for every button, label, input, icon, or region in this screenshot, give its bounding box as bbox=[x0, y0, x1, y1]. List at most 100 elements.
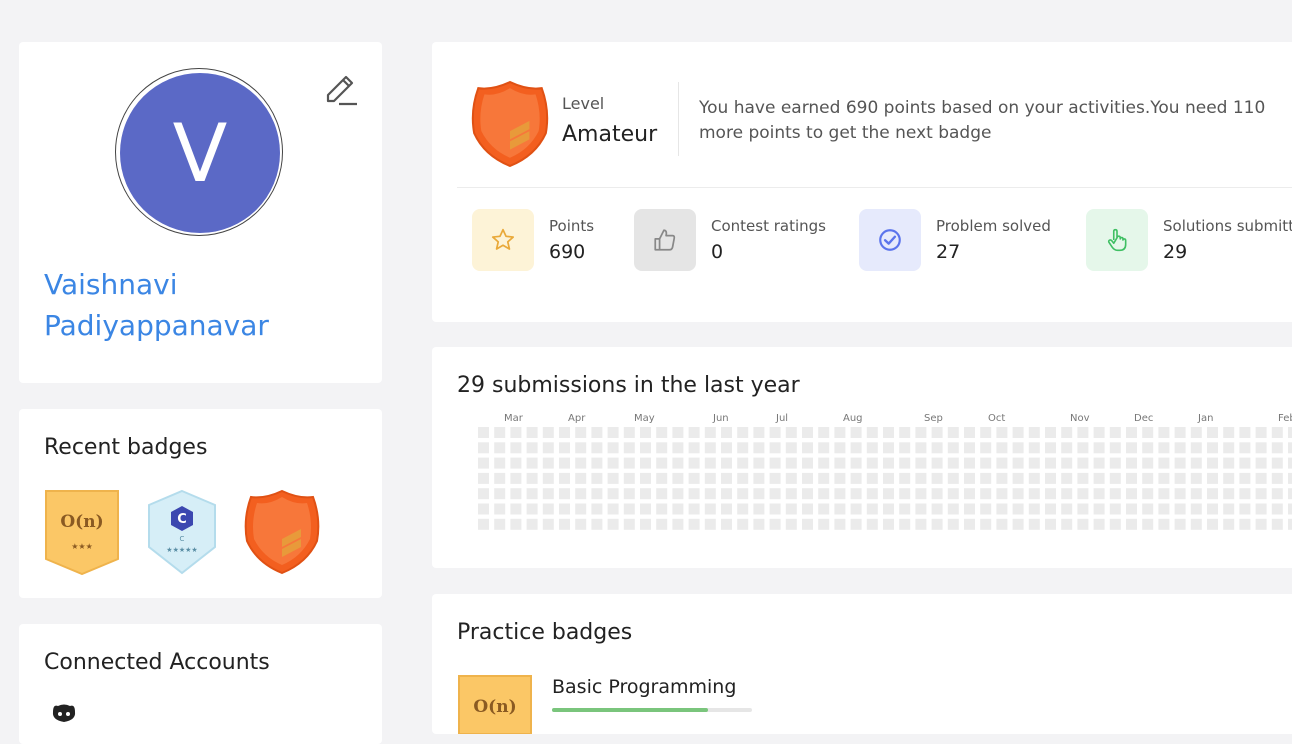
heatmap-cell[interactable] bbox=[1012, 472, 1024, 484]
heatmap-cell[interactable] bbox=[1045, 457, 1056, 469]
heatmap-cell[interactable] bbox=[656, 488, 668, 500]
heatmap-cell[interactable] bbox=[623, 472, 635, 484]
heatmap-cell[interactable] bbox=[964, 427, 975, 438]
heatmap-cell[interactable] bbox=[834, 427, 846, 438]
heatmap-cell[interactable] bbox=[1126, 442, 1137, 454]
heatmap-cell[interactable] bbox=[1028, 442, 1040, 454]
heatmap-cell[interactable] bbox=[591, 518, 603, 530]
heatmap-cell[interactable] bbox=[559, 442, 570, 454]
heatmap-cell[interactable] bbox=[494, 503, 506, 515]
heatmap-cell[interactable] bbox=[753, 457, 765, 469]
heatmap-cell[interactable] bbox=[980, 457, 992, 469]
heatmap-cell[interactable] bbox=[915, 427, 927, 438]
heatmap-cell[interactable] bbox=[1012, 503, 1024, 515]
heatmap-cell[interactable] bbox=[785, 503, 797, 515]
heatmap-cell[interactable] bbox=[1045, 472, 1056, 484]
heatmap-cell[interactable] bbox=[964, 457, 975, 469]
heatmap-cell[interactable] bbox=[947, 503, 959, 515]
heatmap-cell[interactable] bbox=[526, 427, 538, 438]
heatmap-cell[interactable] bbox=[1012, 488, 1024, 500]
heatmap-cell[interactable] bbox=[1093, 503, 1105, 515]
heatmap-cell[interactable] bbox=[866, 457, 878, 469]
heatmap-cell[interactable] bbox=[769, 442, 781, 454]
heatmap-cell[interactable] bbox=[623, 488, 635, 500]
heatmap-cell[interactable] bbox=[1109, 442, 1121, 454]
heatmap-cell[interactable] bbox=[818, 518, 830, 530]
heatmap-cell[interactable] bbox=[753, 472, 765, 484]
heatmap-cell[interactable] bbox=[899, 488, 911, 500]
heatmap-cell[interactable] bbox=[1093, 472, 1105, 484]
heatmap-cell[interactable] bbox=[996, 427, 1008, 438]
heatmap-cell[interactable] bbox=[559, 503, 570, 515]
heatmap-cell[interactable] bbox=[1271, 442, 1283, 454]
heatmap-cell[interactable] bbox=[1109, 503, 1121, 515]
heatmap-cell[interactable] bbox=[1061, 427, 1073, 438]
heatmap-cell[interactable] bbox=[1223, 427, 1235, 438]
heatmap-cell[interactable] bbox=[510, 518, 522, 530]
heatmap-cell[interactable] bbox=[1223, 472, 1235, 484]
heatmap-cell[interactable] bbox=[996, 472, 1008, 484]
heatmap-cell[interactable] bbox=[607, 427, 619, 438]
amateur-level-badge[interactable] bbox=[243, 489, 321, 575]
heatmap-cell[interactable] bbox=[1288, 518, 1292, 530]
heatmap-cell[interactable] bbox=[1158, 472, 1170, 484]
heatmap-cell[interactable] bbox=[656, 518, 668, 530]
heatmap-cell[interactable] bbox=[980, 488, 992, 500]
heatmap-cell[interactable] bbox=[964, 488, 975, 500]
heatmap-cell[interactable] bbox=[721, 442, 732, 454]
heatmap-cell[interactable] bbox=[769, 503, 781, 515]
heatmap-cell[interactable] bbox=[494, 472, 506, 484]
heatmap-cell[interactable] bbox=[1028, 427, 1040, 438]
heatmap-cell[interactable] bbox=[1174, 442, 1186, 454]
heatmap-cell[interactable] bbox=[1093, 442, 1105, 454]
heatmap-cell[interactable] bbox=[526, 457, 538, 469]
heatmap-cell[interactable] bbox=[510, 442, 522, 454]
heatmap-cell[interactable] bbox=[866, 442, 878, 454]
heatmap-cell[interactable] bbox=[1239, 442, 1251, 454]
heatmap-cell[interactable] bbox=[510, 488, 522, 500]
heatmap-cell[interactable] bbox=[834, 503, 846, 515]
heatmap-cell[interactable] bbox=[1093, 518, 1105, 530]
avatar[interactable]: V bbox=[120, 73, 280, 233]
heatmap-cell[interactable] bbox=[1207, 518, 1218, 530]
heatmap-cell[interactable] bbox=[996, 457, 1008, 469]
heatmap-cell[interactable] bbox=[721, 488, 732, 500]
heatmap-cell[interactable] bbox=[640, 442, 651, 454]
heatmap-cell[interactable] bbox=[753, 488, 765, 500]
heatmap-cell[interactable] bbox=[931, 488, 943, 500]
heatmap-cell[interactable] bbox=[542, 503, 554, 515]
heatmap-cell[interactable] bbox=[1271, 427, 1283, 438]
heatmap-cell[interactable] bbox=[1158, 488, 1170, 500]
heatmap-cell[interactable] bbox=[1061, 503, 1073, 515]
heatmap-cell[interactable] bbox=[915, 518, 927, 530]
heatmap-cell[interactable] bbox=[931, 427, 943, 438]
heatmap-cell[interactable] bbox=[785, 488, 797, 500]
heatmap-cell[interactable] bbox=[656, 442, 668, 454]
heatmap-cell[interactable] bbox=[721, 457, 732, 469]
heatmap-cell[interactable] bbox=[1142, 442, 1154, 454]
heatmap-cell[interactable] bbox=[1158, 518, 1170, 530]
heatmap-cell[interactable] bbox=[883, 488, 894, 500]
heatmap-cell[interactable] bbox=[883, 442, 894, 454]
heatmap-cell[interactable] bbox=[510, 427, 522, 438]
heatmap-cell[interactable] bbox=[931, 472, 943, 484]
heatmap-cell[interactable] bbox=[980, 472, 992, 484]
heatmap-cell[interactable] bbox=[1288, 472, 1292, 484]
heatmap-cell[interactable] bbox=[1239, 488, 1251, 500]
heatmap-cell[interactable] bbox=[1190, 518, 1202, 530]
heatmap-cell[interactable] bbox=[883, 457, 894, 469]
heatmap-cell[interactable] bbox=[1045, 442, 1056, 454]
heatmap-cell[interactable] bbox=[607, 442, 619, 454]
heatmap-cell[interactable] bbox=[1012, 427, 1024, 438]
heatmap-cell[interactable] bbox=[1174, 488, 1186, 500]
basic-programming-badge[interactable]: O(n) bbox=[457, 674, 533, 735]
heatmap-cell[interactable] bbox=[1109, 457, 1121, 469]
heatmap-cell[interactable] bbox=[542, 472, 554, 484]
heatmap-cell[interactable] bbox=[1142, 472, 1154, 484]
heatmap-cell[interactable] bbox=[1271, 503, 1283, 515]
heatmap-cell[interactable] bbox=[1045, 518, 1056, 530]
heatmap-cell[interactable] bbox=[931, 442, 943, 454]
heatmap-cell[interactable] bbox=[1190, 442, 1202, 454]
heatmap-cell[interactable] bbox=[688, 503, 700, 515]
heatmap-cell[interactable] bbox=[542, 442, 554, 454]
